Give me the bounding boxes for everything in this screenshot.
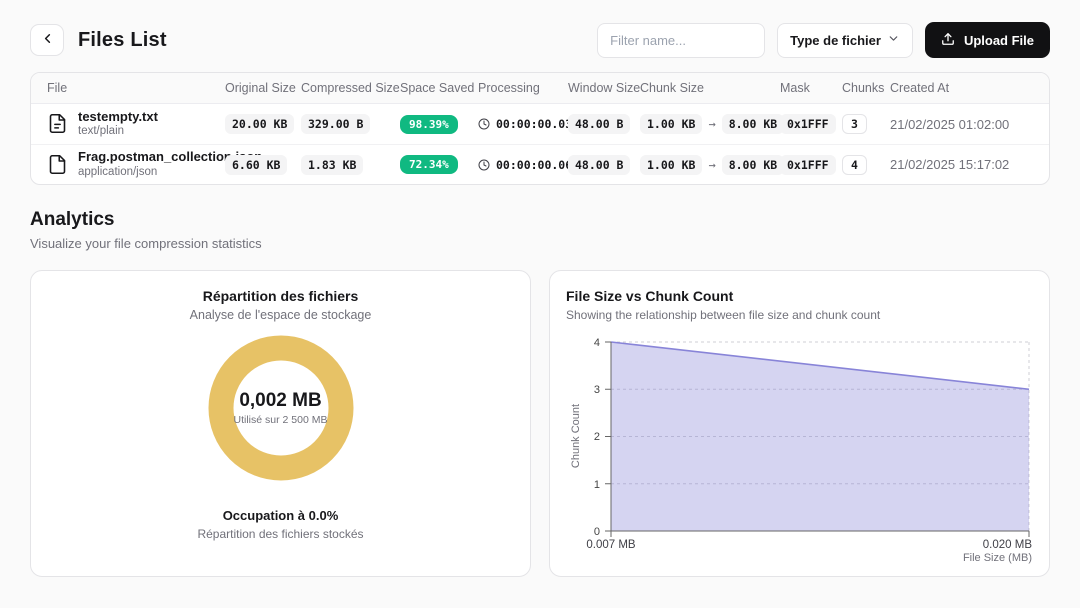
chunks-count-badge: 4: [842, 155, 867, 175]
storage-used-value: 0,002 MB: [239, 390, 321, 412]
y-tick-4: 4: [594, 337, 600, 349]
analytics-title: Analytics: [30, 209, 1050, 231]
area-chart-title: File Size vs Chunk Count: [566, 288, 1033, 304]
col-header-space-saved: Space Saved: [400, 81, 478, 95]
col-header-compressed-size: Compressed Size: [301, 81, 400, 95]
col-header-mask: Mask: [780, 81, 842, 95]
compressed-size-badge: 1.83 KB: [301, 155, 363, 175]
topbar-left: Files List: [30, 24, 167, 56]
x-tick-max: 0.020 MB: [983, 539, 1033, 551]
donut-chart-title: Répartition des fichiers: [203, 288, 359, 304]
analytics-cards: Répartition des fichiers Analyse de l'es…: [30, 270, 1050, 577]
donut-footer-caption: Répartition des fichiers stockés: [197, 527, 363, 541]
x-tick-min: 0.007 MB: [586, 539, 636, 551]
window-size-badge: 48.00 B: [568, 155, 630, 175]
col-header-original-size: Original Size: [225, 81, 301, 95]
y-axis-label: Chunk Count: [570, 404, 582, 468]
compressed-size-badge: 329.00 B: [301, 114, 370, 134]
topbar: Files List Type de fichier Upload File: [0, 0, 1080, 72]
arrow-right-icon: →: [708, 117, 715, 131]
table-row[interactable]: testempty.txt text/plain 20.00 KB 329.00…: [31, 104, 1049, 144]
files-table: File Original Size Compressed Size Space…: [30, 72, 1050, 185]
arrow-right-icon: →: [708, 158, 715, 172]
mask-badge: 0x1FFF: [780, 114, 836, 134]
created-at: 21/02/2025 01:02:00: [890, 117, 1033, 132]
donut-chart: 0,002 MB Utilisé sur 2 500 MB: [208, 335, 354, 481]
chunks-count-badge: 3: [842, 114, 867, 134]
table-row[interactable]: Frag.postman_collection.json application…: [31, 144, 1049, 184]
clock-icon: [478, 118, 490, 130]
original-size-badge: 20.00 KB: [225, 114, 294, 134]
page: Files List Type de fichier Upload File F…: [0, 0, 1080, 608]
processing-time: 00:00:00.068: [496, 158, 579, 172]
window-size-badge: 48.00 B: [568, 114, 630, 134]
y-tick-2: 2: [594, 431, 600, 443]
chunk-size-min-badge: 1.00 KB: [640, 155, 702, 175]
analytics-section-header: Analytics Visualize your file compressio…: [30, 209, 1050, 251]
chevron-left-icon: [40, 31, 55, 49]
area-chart: 4 3 2 1 0 Chunk Count 0.007 MB 0.020 MB …: [566, 330, 1035, 564]
chunk-size-min-badge: 1.00 KB: [640, 114, 702, 134]
storage-distribution-card: Répartition des fichiers Analyse de l'es…: [30, 270, 531, 577]
col-header-chunk-size: Chunk Size: [640, 81, 780, 95]
occupation-label: Occupation à 0.0%: [197, 508, 363, 523]
analytics-subtitle: Visualize your file compression statisti…: [30, 236, 1050, 251]
donut-chart-subtitle: Analyse de l'espace de stockage: [190, 308, 372, 322]
area-fill: [611, 342, 1029, 531]
clock-icon: [478, 159, 490, 171]
back-button[interactable]: [30, 24, 64, 56]
file-icon: [47, 154, 68, 175]
file-text-icon: [47, 113, 68, 134]
page-title: Files List: [78, 29, 167, 52]
space-saved-badge: 98.39%: [400, 115, 458, 134]
table-header-row: File Original Size Compressed Size Space…: [31, 73, 1049, 104]
upload-icon: [941, 32, 955, 49]
file-name: testempty.txt: [78, 109, 158, 125]
donut-footer: Occupation à 0.0% Répartition des fichie…: [197, 508, 363, 541]
area-chart-subtitle: Showing the relationship between file si…: [566, 308, 1033, 322]
upload-button-label: Upload File: [964, 33, 1034, 48]
upload-file-button[interactable]: Upload File: [925, 22, 1050, 58]
x-axis-label: File Size (MB): [963, 552, 1032, 564]
col-header-processing: Processing: [478, 81, 568, 95]
chunk-size-max-badge: 8.00 KB: [722, 114, 784, 134]
col-header-created-at: Created At: [890, 81, 1033, 95]
created-at: 21/02/2025 15:17:02: [890, 157, 1033, 172]
file-type-filter-dropdown[interactable]: Type de fichier: [777, 23, 913, 58]
chunk-size-max-badge: 8.00 KB: [722, 155, 784, 175]
filter-name-input[interactable]: [597, 23, 765, 58]
col-header-window-size: Window Size: [568, 81, 640, 95]
file-type-filter-label: Type de fichier: [790, 33, 881, 48]
chevron-down-icon: [887, 32, 900, 48]
donut-center-label: 0,002 MB Utilisé sur 2 500 MB: [208, 335, 354, 481]
mask-badge: 0x1FFF: [780, 155, 836, 175]
file-mime-type: text/plain: [78, 125, 158, 139]
col-header-file: File: [47, 81, 225, 95]
y-tick-3: 3: [594, 384, 600, 396]
y-tick-0: 0: [594, 526, 600, 538]
y-tick-1: 1: [594, 479, 600, 491]
col-header-chunks: Chunks: [842, 81, 890, 95]
file-size-chunk-count-card: File Size vs Chunk Count Showing the rel…: [549, 270, 1050, 577]
space-saved-badge: 72.34%: [400, 155, 458, 174]
processing-time: 00:00:00.035: [496, 117, 579, 131]
storage-total-caption: Utilisé sur 2 500 MB: [234, 414, 328, 426]
topbar-right: Type de fichier Upload File: [597, 22, 1050, 58]
original-size-badge: 6.60 KB: [225, 155, 287, 175]
